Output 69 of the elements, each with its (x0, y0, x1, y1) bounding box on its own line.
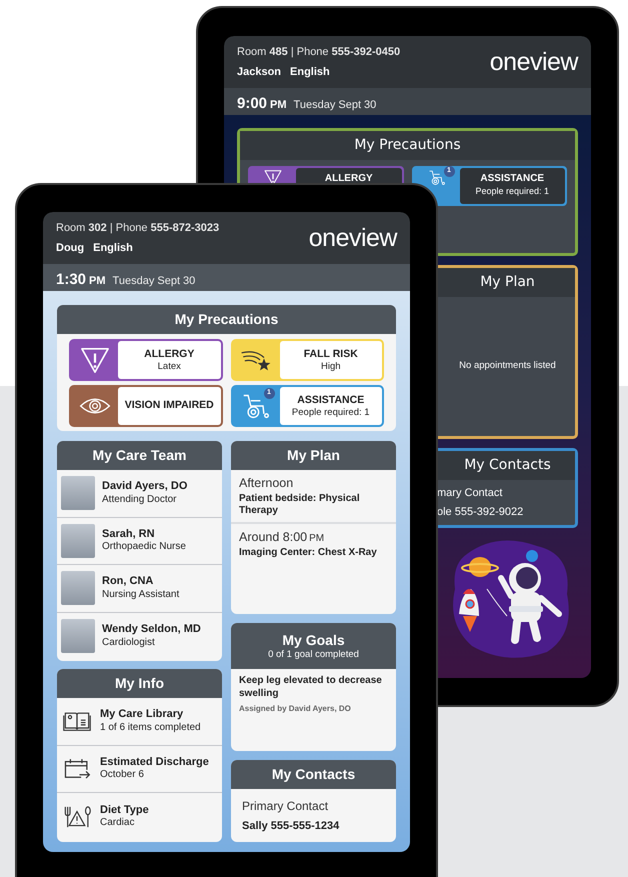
utensils-warning-icon (63, 804, 91, 829)
staff-name: Ron, CNA (102, 575, 154, 589)
warning-icon (263, 169, 283, 186)
photo-placeholder (61, 571, 95, 606)
wheelchair-icon (426, 169, 446, 186)
card-title: My Contacts (464, 456, 551, 475)
info-detail: October 6 (100, 769, 145, 782)
time-period: PM (270, 98, 287, 113)
room-phone-info: Room 302 | Phone 555-872-3023 (56, 221, 220, 236)
goal-summary: 0 of 1 goal completed (268, 650, 359, 660)
staff-role: Attending Doctor (102, 494, 178, 506)
contact-text: ole 555-392-9022 (437, 504, 524, 520)
language: English (290, 64, 330, 80)
info-title: My Care Library (100, 708, 184, 722)
precaution-label: ALLERGY (144, 348, 194, 361)
info-detail: 1 of 6 items completed (100, 722, 201, 734)
contact-value: Sally 555-555-1234 (242, 819, 340, 834)
warning-icon (78, 346, 110, 374)
precaution-detail: High (320, 360, 341, 372)
card-title: My Goals (282, 632, 345, 647)
info-title: Estimated Discharge (100, 756, 209, 770)
staff-name: Sarah, RN (102, 528, 156, 542)
plan-detail: Imaging Center: Chest X-Ray (239, 546, 378, 559)
info-title: Diet Type (100, 804, 149, 818)
room-phone-info: Room 485 | Phone 555-392-0450 (237, 45, 400, 60)
staff-name: David Ayers, DO (102, 480, 188, 494)
staff-role: Cardiologist (102, 636, 156, 650)
calendar-arrow-icon (63, 756, 91, 781)
patient-name: Doug (56, 240, 84, 256)
photo-placeholder (61, 524, 95, 558)
staff-role: Nursing Assistant (102, 588, 180, 602)
precaution-label: ALLERGY (324, 173, 373, 186)
time: 1:30 (56, 270, 86, 290)
card-title: My Plan (480, 273, 535, 292)
contact-text: mary Contact (437, 486, 504, 501)
card-title: My Contacts (272, 765, 356, 784)
language: English (93, 240, 133, 256)
empty-message: No appointments listed (459, 359, 556, 374)
plan-detail: Patient bedside: Physical Therapy (239, 492, 361, 518)
staff-name: Wendy Seldon, MD (102, 623, 201, 637)
plan-time: Afternoon (239, 475, 294, 492)
time-period: PM (89, 274, 106, 289)
goal-text: Keep leg elevated to decrease swelling (239, 675, 383, 700)
photo-placeholder (61, 476, 95, 510)
photo-placeholder (61, 619, 95, 654)
date: Tuesday Sept 30 (112, 274, 196, 289)
date: Tuesday Sept 30 (294, 98, 376, 113)
precaution-detail: Latex (158, 360, 181, 372)
time: 9:00 (237, 94, 268, 114)
logo: oneview (490, 50, 578, 74)
card-title: My Precautions (354, 136, 461, 155)
precaution-label: ASSISTANCE (480, 173, 544, 186)
patient-name: Jackson (237, 64, 282, 80)
goal-assigned: Assigned by David Ayers, DO (239, 703, 352, 715)
precaution-detail: People required: 1 (475, 186, 550, 197)
card-title: My Precautions (174, 310, 278, 329)
time-period: PM (309, 532, 324, 546)
card-title: My Plan (287, 446, 340, 465)
logo: oneview (308, 226, 397, 250)
card-title: My Info (115, 674, 164, 693)
precaution-label: ASSISTANCE (297, 394, 364, 407)
precaution-label: VISION IMPAIRED (124, 399, 214, 413)
precaution-detail: People required: 1 (292, 406, 370, 418)
staff-role: Orthopaedic Nurse (102, 541, 186, 554)
card-title: My Care Team (92, 446, 186, 465)
contact-label: Primary Contact (242, 798, 330, 815)
info-detail: Cardiac (100, 817, 136, 830)
plan-time: Around 8:00 (239, 528, 308, 546)
precaution-label: FALL RISK (304, 348, 358, 361)
